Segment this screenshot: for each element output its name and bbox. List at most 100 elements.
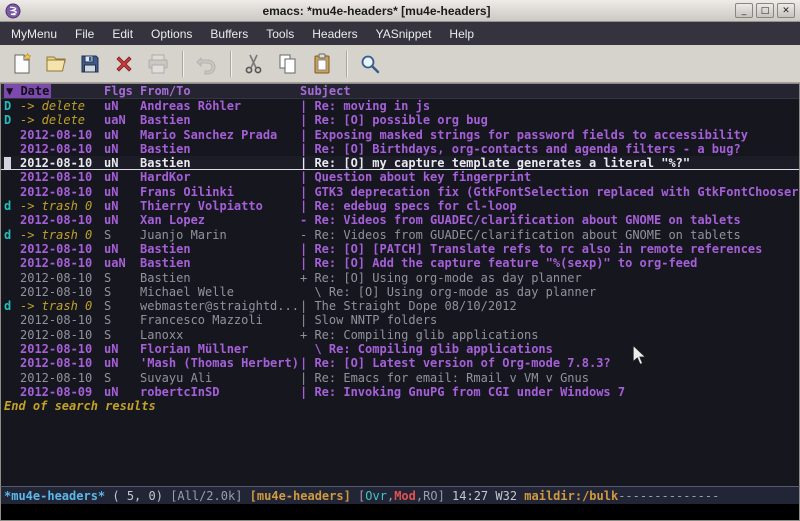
maximize-button[interactable]: □	[756, 3, 774, 18]
message-flags: S	[104, 299, 140, 313]
menu-options[interactable]: Options	[142, 23, 201, 45]
message-from: Bastien	[140, 256, 300, 270]
new-file-icon	[10, 52, 34, 76]
titlebar[interactable]: emacs: *mu4e-headers* [mu4e-headers] _ □…	[0, 0, 800, 22]
sort-indicator-date[interactable]: ▼ Date	[4, 84, 51, 98]
menu-mymenu[interactable]: MyMenu	[2, 23, 66, 45]
message-subject: | GTK3 deprecation fix (GtkFontSelection…	[300, 185, 799, 199]
search-button[interactable]	[354, 48, 386, 80]
message-flags: S	[104, 328, 140, 342]
open-file-button[interactable]	[40, 48, 72, 80]
message-row[interactable]: 2012-08-10uaNBastien| Re: [O] Add the ca…	[1, 256, 799, 270]
modeline: *mu4e-headers* ( 5, 0) [All/2.0k] [mu4e-…	[0, 486, 800, 504]
message-row[interactable]: 2012-08-10uNFlorian Müllner \ Re: Compil…	[1, 342, 799, 356]
message-from: Michael Welle	[140, 285, 300, 299]
message-row[interactable]: D-> deleteuaNBastien| Re: [O] possible o…	[1, 113, 799, 127]
message-date: 2012-08-10	[20, 128, 104, 142]
message-flags: uN	[104, 199, 140, 213]
menu-buffers[interactable]: Buffers	[201, 23, 257, 45]
message-row[interactable]: 2012-08-10uNBastien| Re: [O] my capture …	[1, 156, 799, 170]
message-mark: D	[4, 99, 20, 113]
cut-button[interactable]	[238, 48, 270, 80]
message-flags: S	[104, 228, 140, 242]
message-flags: uN	[104, 242, 140, 256]
message-row[interactable]: 2012-08-10uNFrans Oilinki| GTK3 deprecat…	[1, 185, 799, 199]
message-from: Bastien	[140, 156, 300, 169]
message-date: 2012-08-10	[20, 271, 104, 285]
message-date: 2012-08-10	[20, 170, 104, 184]
menu-tools[interactable]: Tools	[257, 23, 303, 45]
minimize-button[interactable]: _	[735, 3, 753, 18]
menu-file[interactable]: File	[66, 23, 103, 45]
message-list: D-> deleteuNAndreas Röhler| Re: moving i…	[1, 99, 799, 399]
cut-icon	[242, 52, 266, 76]
message-row[interactable]: 2012-08-10SMichael Welle \ Re: [O] Using…	[1, 285, 799, 299]
message-row[interactable]: 2012-08-09uNrobertcInSD| Re: Invoking Gn…	[1, 385, 799, 399]
message-mark	[4, 313, 20, 327]
new-file-button[interactable]	[6, 48, 38, 80]
toolbar	[0, 45, 800, 83]
message-subject: | Re: Emacs for email: Rmail v VM v Gnus	[300, 371, 799, 385]
save-buffer-button[interactable]	[74, 48, 106, 80]
paste-button[interactable]	[306, 48, 338, 80]
message-row[interactable]: d-> trash 0SJuanjo Marin- Re: Videos fro…	[1, 228, 799, 242]
kill-buffer-button[interactable]	[108, 48, 140, 80]
message-row[interactable]: 2012-08-10SFrancesco Mazzoli| Slow NNTP …	[1, 313, 799, 327]
message-row[interactable]: 2012-08-10uNHardKor| Question about key …	[1, 170, 799, 184]
message-row[interactable]: 2012-08-10uNMario Sanchez Prada| Exposin…	[1, 128, 799, 142]
message-mark	[4, 128, 20, 142]
column-header-from[interactable]: From/To	[140, 84, 300, 98]
message-flags: uN	[104, 156, 140, 169]
message-row[interactable]: d-> trash 0Swebmaster@straightd...| The …	[1, 299, 799, 313]
copy-button[interactable]	[272, 48, 304, 80]
minibuffer[interactable]	[0, 504, 800, 521]
message-mark	[4, 285, 20, 299]
menu-yasnippet[interactable]: YASnippet	[367, 23, 441, 45]
message-flags: uN	[104, 342, 140, 356]
message-row[interactable]: 2012-08-10SLanoxx+ Re: Compiling glib ap…	[1, 328, 799, 342]
save-buffer-icon	[78, 52, 102, 76]
message-subject: - Re: Videos from GUADEC/clarification a…	[300, 228, 799, 242]
message-subject: | Re: [O] [PATCH] Translate refs to rc a…	[300, 242, 799, 256]
message-row[interactable]: 2012-08-10uNBastien| Re: [O] [PATCH] Tra…	[1, 242, 799, 256]
message-mark	[4, 242, 20, 256]
message-row[interactable]: d-> trash 0uNThierry Volpiatto| Re: edeb…	[1, 199, 799, 213]
message-date: 2012-08-10	[20, 342, 104, 356]
message-row[interactable]: D-> deleteuNAndreas Röhler| Re: moving i…	[1, 99, 799, 113]
message-subject: \ Re: [O] Using org-mode as day planner	[300, 285, 799, 299]
modeline-ovr: Ovr	[365, 489, 387, 503]
message-date: -> delete	[20, 99, 104, 113]
message-date: -> trash 0	[20, 299, 104, 313]
message-from: Francesco Mazzoli	[140, 313, 300, 327]
message-row[interactable]: 2012-08-10SBastien+ Re: [O] Using org-mo…	[1, 271, 799, 285]
message-mark	[4, 385, 20, 399]
menu-edit[interactable]: Edit	[103, 23, 142, 45]
message-row[interactable]: 2012-08-10uN'Mash (Thomas Herbert)| Re: …	[1, 356, 799, 370]
message-row[interactable]: 2012-08-10SSuvayu Ali| Re: Emacs for ema…	[1, 371, 799, 385]
menu-headers[interactable]: Headers	[303, 23, 366, 45]
message-mark	[4, 328, 20, 342]
message-subject: + Re: Compiling glib applications	[300, 328, 799, 342]
buffer-area[interactable]: ▼ Date Flgs From/To Subject D-> deleteuN…	[0, 83, 800, 486]
message-mark: d	[4, 228, 20, 242]
message-mark	[4, 271, 20, 285]
modeline-dim: --------------	[618, 489, 719, 503]
close-button[interactable]: ✕	[777, 3, 795, 18]
undo-button	[190, 48, 222, 80]
modeline-buffer: *mu4e-headers*	[4, 489, 105, 503]
menu-help[interactable]: Help	[440, 23, 483, 45]
message-from: Andreas Röhler	[140, 99, 300, 113]
message-row[interactable]: 2012-08-10uNXan Lopez- Re: Videos from G…	[1, 213, 799, 227]
message-flags: S	[104, 313, 140, 327]
message-mark: D	[4, 113, 20, 127]
message-date: 2012-08-10	[20, 356, 104, 370]
message-row[interactable]: 2012-08-10uNBastien| Re: [O] Birthdays, …	[1, 142, 799, 156]
column-header-flags[interactable]: Flgs	[104, 84, 140, 98]
message-subject: - Re: Videos from GUADEC/clarification a…	[300, 213, 799, 227]
column-header-subject[interactable]: Subject	[300, 84, 799, 98]
message-date: 2012-08-10	[20, 256, 104, 270]
column-header-date[interactable]: ▼ Date	[4, 84, 104, 98]
print-buffer-button	[142, 48, 174, 80]
toolbar-separator	[230, 51, 232, 77]
print-buffer-icon	[146, 52, 170, 76]
